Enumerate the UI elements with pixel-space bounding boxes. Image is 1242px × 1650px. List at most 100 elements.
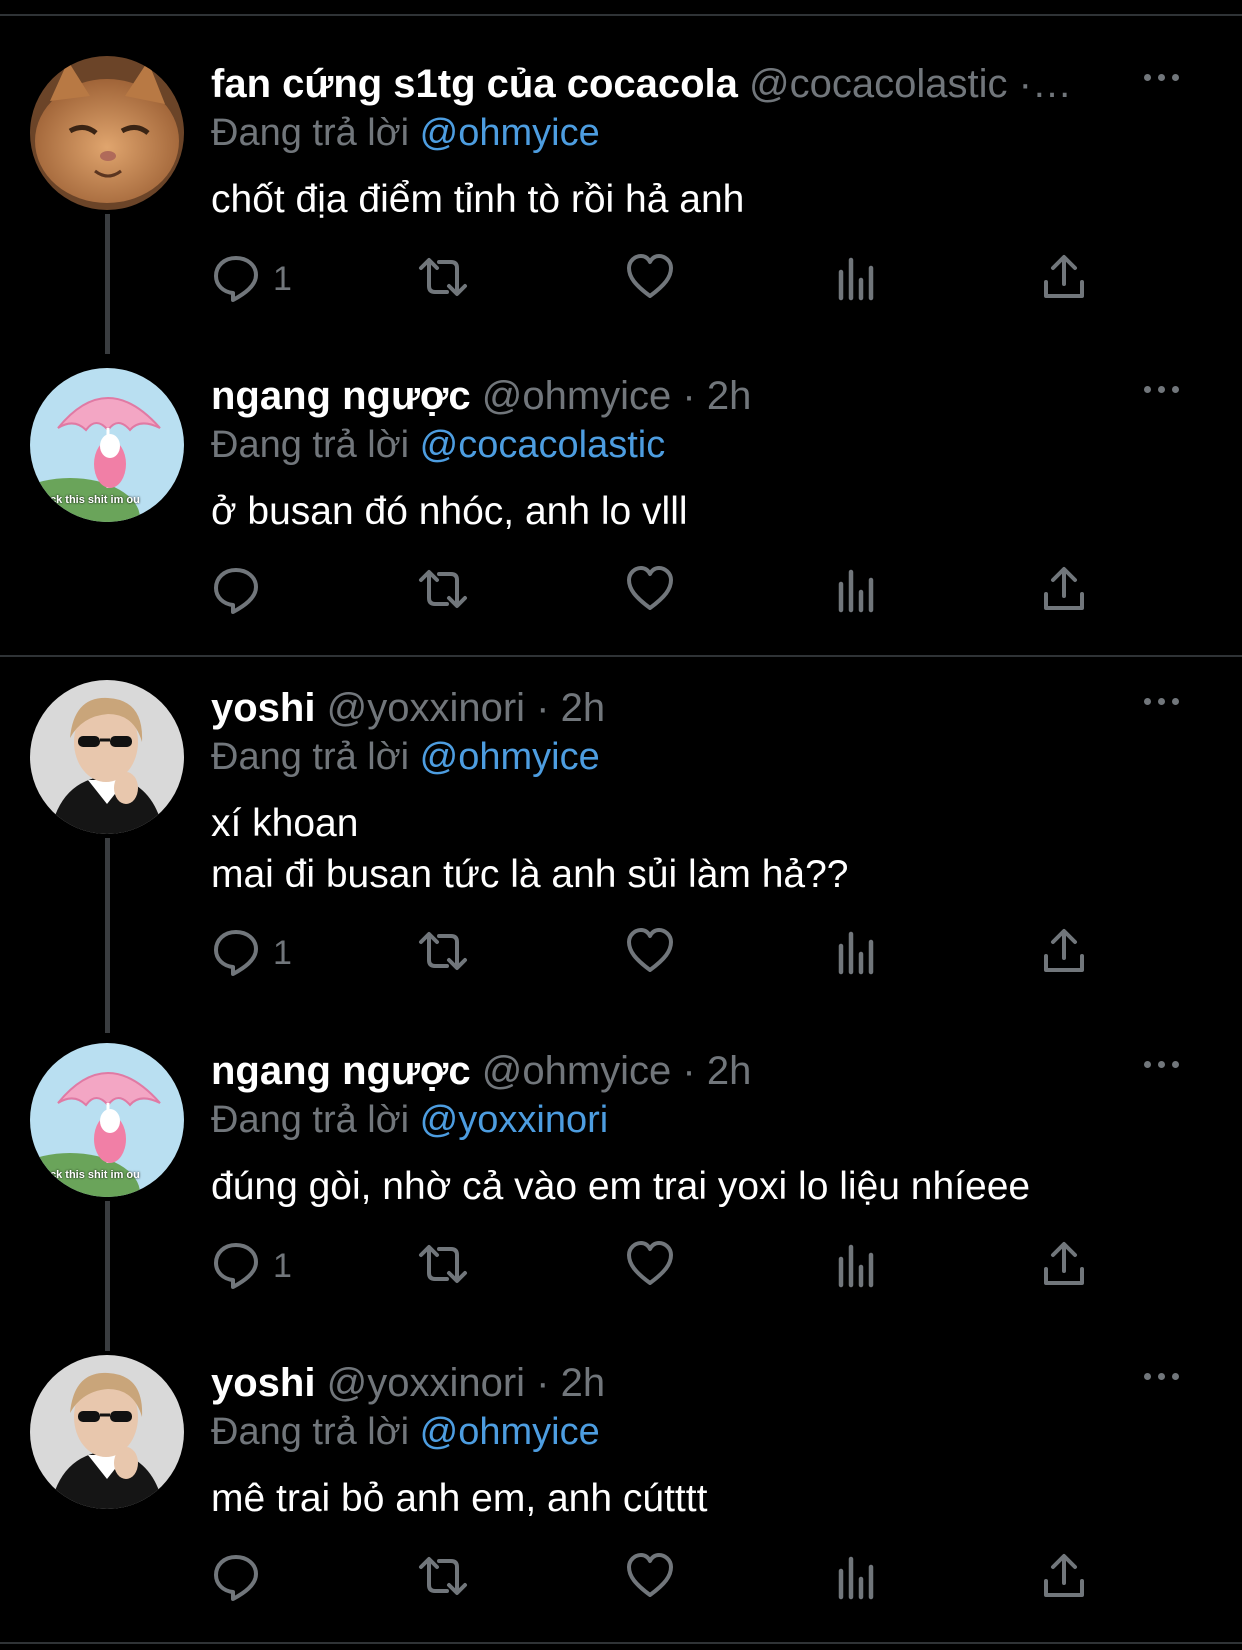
reply-bubble-icon [214, 568, 258, 614]
top-divider [0, 14, 1242, 16]
more-dots-icon[interactable] [1140, 1361, 1184, 1391]
tweet-text-line: đúng gòi, nhờ cả vào em trai yoxi lo liệ… [211, 1165, 1031, 1208]
avatar-caption: ck this shit im ou [50, 494, 140, 506]
user-handle[interactable]: @ohmyice · 2h [482, 1049, 752, 1093]
views-button[interactable] [835, 926, 879, 982]
reply-to-mention[interactable]: @ohmyice [420, 1411, 600, 1453]
reply-button[interactable] [211, 1551, 311, 1607]
share-icon [1044, 1554, 1084, 1597]
tweet-text-line: mê trai bỏ anh em, anh cútttt [211, 1477, 708, 1520]
avatar[interactable] [30, 680, 184, 834]
analytics-icon [838, 257, 874, 301]
reply-label: Đang trả lời [211, 736, 410, 778]
share-icon [1044, 567, 1084, 610]
more-dots-icon[interactable] [1140, 686, 1184, 716]
retweet-button[interactable] [415, 564, 471, 620]
like-button[interactable] [625, 564, 675, 620]
tweet-header: yoshi @yoxxinori · 2h [211, 684, 1132, 732]
like-button[interactable] [625, 1551, 675, 1607]
retweet-icon [419, 1245, 467, 1283]
reply-count: 1 [273, 260, 292, 298]
more-dots-icon[interactable] [1140, 374, 1184, 404]
tweet-header: fan cứng s1tg của cocacola @cocacolastic… [211, 60, 1132, 108]
replying-to: Đang trả lời @ohmyice [211, 1409, 600, 1455]
action-bar [211, 1551, 1091, 1607]
share-icon [1044, 929, 1084, 972]
reply-button[interactable]: 1 [211, 252, 311, 308]
views-button[interactable] [835, 252, 879, 308]
views-button[interactable] [835, 564, 879, 620]
views-button[interactable] [835, 1551, 879, 1607]
share-button[interactable] [1041, 1239, 1087, 1295]
cat-avatar-icon [30, 56, 184, 210]
reply-to-mention[interactable]: @cocacolastic [420, 424, 666, 466]
like-button[interactable] [625, 1239, 675, 1295]
user-handle[interactable]: @ohmyice · 2h [482, 374, 752, 418]
person-sunglasses-avatar-icon [30, 680, 184, 834]
share-button[interactable] [1041, 252, 1087, 308]
tweet[interactable]: fan cứng s1tg của cocacola @cocacolastic… [0, 56, 1242, 354]
share-button[interactable] [1041, 926, 1087, 982]
avatar[interactable] [30, 1355, 184, 1509]
display-name[interactable]: ngang ngược [211, 1049, 471, 1093]
reply-to-mention[interactable]: @ohmyice [420, 736, 600, 778]
reply-button[interactable] [211, 564, 311, 620]
thread-line [105, 214, 110, 354]
display-name[interactable]: fan cứng s1tg của cocacola [211, 62, 738, 106]
tweet[interactable]: ck this shit im ou ngang ngược @ohmyice … [0, 368, 1242, 648]
retweet-button[interactable] [415, 1239, 471, 1295]
tweet[interactable]: yoshi @yoxxinori · 2h Đang trả lời @ohmy… [0, 680, 1242, 1033]
display-name[interactable]: yoshi [211, 1361, 315, 1405]
retweet-button[interactable] [415, 252, 471, 308]
share-button[interactable] [1041, 1551, 1087, 1607]
views-button[interactable] [835, 1239, 879, 1295]
tweet[interactable]: yoshi @yoxxinori · 2h Đang trả lời @ohmy… [0, 1355, 1242, 1635]
tweet-text-line: chốt địa điểm tỉnh tò rồi hả anh [211, 178, 745, 221]
tweet-text: mê trai bỏ anh em, anh cútttt [211, 1473, 707, 1524]
avatar[interactable] [30, 56, 184, 210]
replying-to: Đang trả lời @cocacolastic [211, 422, 665, 468]
heart-icon [627, 254, 673, 298]
reply-count: 1 [273, 1247, 292, 1285]
user-handle[interactable]: @yoxxinori · 2h [327, 686, 605, 730]
heart-icon [627, 566, 673, 610]
retweet-button[interactable] [415, 1551, 471, 1607]
retweet-icon [419, 258, 467, 296]
reply-label: Đang trả lời [211, 424, 410, 466]
user-handle[interactable]: @yoxxinori · 2h [327, 1361, 605, 1405]
retweet-icon [419, 1557, 467, 1595]
avatar[interactable]: ck this shit im ou [30, 1043, 184, 1197]
like-button[interactable] [625, 926, 675, 982]
thread-line [105, 1201, 110, 1351]
bottom-divider [0, 1642, 1242, 1644]
like-button[interactable] [625, 252, 675, 308]
display-name[interactable]: ngang ngược [211, 374, 471, 418]
person-sunglasses-avatar-icon [30, 1355, 184, 1509]
retweet-icon [419, 570, 467, 608]
tweet[interactable]: ck this shit im ou ngang ngược @ohmyice … [0, 1043, 1242, 1351]
retweet-icon [419, 932, 467, 970]
reply-bubble-icon [214, 256, 258, 302]
reply-button[interactable]: 1 [211, 1239, 311, 1295]
reply-button[interactable]: 1 [211, 926, 311, 982]
more-dots-icon[interactable] [1140, 62, 1184, 92]
reply-count: 1 [273, 934, 292, 972]
reply-label: Đang trả lời [211, 1099, 410, 1141]
tweet-text: chốt địa điểm tỉnh tò rồi hả anh [211, 174, 744, 225]
analytics-icon [838, 1556, 874, 1600]
avatar[interactable]: ck this shit im ou [30, 368, 184, 522]
retweet-button[interactable] [415, 926, 471, 982]
tweet-text-line: xí khoan [211, 802, 359, 845]
display-name[interactable]: yoshi [211, 686, 315, 730]
conversation-divider [0, 655, 1242, 657]
action-bar: 1 [211, 1239, 1091, 1295]
user-handle[interactable]: @cocacolastic ·… [749, 62, 1072, 106]
replying-to: Đang trả lời @ohmyice [211, 734, 600, 780]
action-bar: 1 [211, 926, 1091, 982]
share-button[interactable] [1041, 564, 1087, 620]
reply-label: Đang trả lời [211, 112, 410, 154]
replying-to: Đang trả lời @ohmyice [211, 110, 600, 156]
reply-to-mention[interactable]: @yoxxinori [420, 1099, 609, 1141]
more-dots-icon[interactable] [1140, 1049, 1184, 1079]
reply-to-mention[interactable]: @ohmyice [420, 112, 600, 154]
